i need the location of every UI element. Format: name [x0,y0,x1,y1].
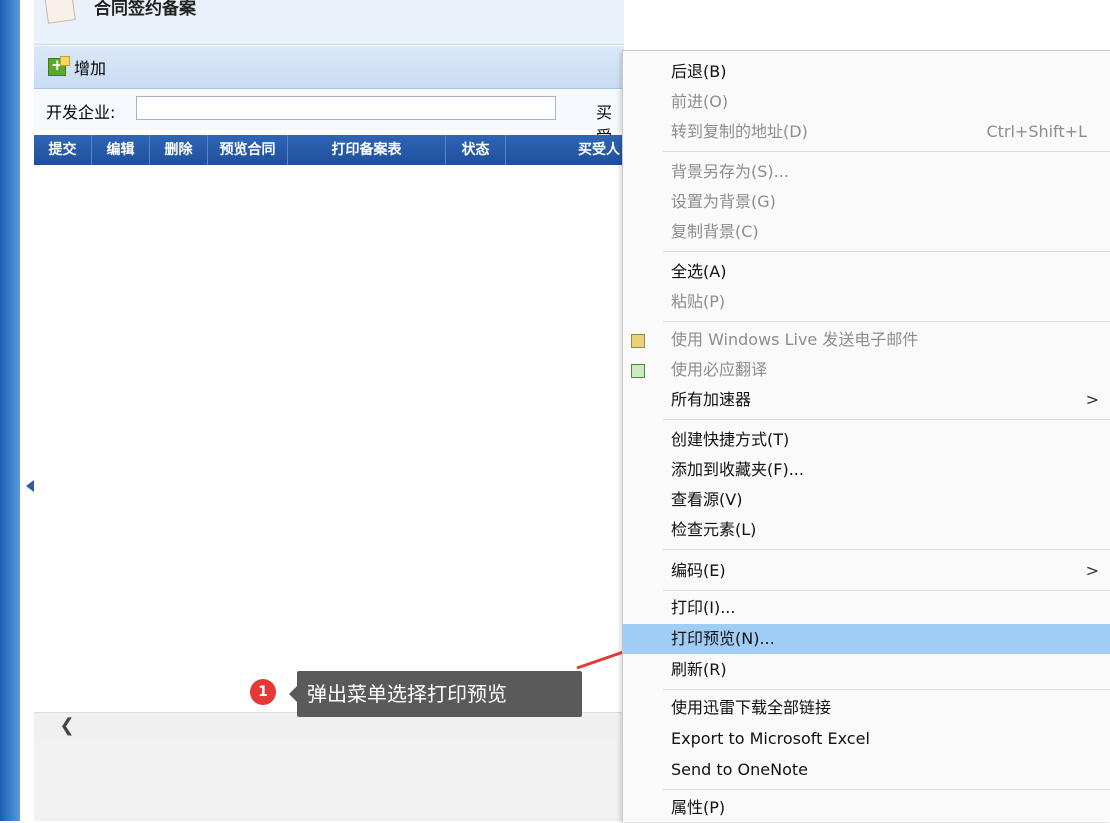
windows-live-mail-icon [631,334,645,348]
bing-translate-icon [631,364,645,378]
menu-item-all-accelerators[interactable]: 所有加速器 > [623,385,1110,415]
col-submit[interactable]: 提交 [34,135,92,165]
toolbar: 增加 [34,46,624,89]
menu-item-inspect-element[interactable]: 检查元素(L) [623,515,1110,545]
filter-row: 开发企业: 买受 [34,90,624,146]
company-label: 开发企业: [46,103,116,122]
company-input[interactable] [136,96,556,120]
menu-separator [663,789,1110,790]
left-sidebar-strip [0,0,20,821]
menu-item-send-onenote[interactable]: Send to OneNote [623,755,1110,785]
menu-item-create-shortcut[interactable]: 创建快捷方式(T) [623,425,1110,455]
col-preview-contract[interactable]: 预览合同 [208,135,288,165]
scroll-left-icon[interactable]: ❮ [54,713,80,739]
menu-item-properties[interactable]: 属性(P) [623,793,1110,823]
col-delete[interactable]: 删除 [150,135,208,165]
menu-item-set-background[interactable]: 设置为背景(G) [623,187,1110,217]
menu-item-windows-live-mail[interactable]: 使用 Windows Live 发送电子邮件 [623,325,1110,355]
pager-area [34,739,624,821]
menu-item-thunder-download[interactable]: 使用迅雷下载全部链接 [623,693,1110,723]
menu-item-forward[interactable]: 前进(O) [623,87,1110,117]
menu-item-print[interactable]: 打印(I)... [623,593,1110,623]
col-buyer[interactable]: 买受人 [506,135,624,165]
menu-item-print-preview[interactable]: 打印预览(N)... [623,624,1110,654]
menu-separator [663,321,1110,322]
menu-separator [663,151,1110,152]
window-title: 合同签约备案 [94,0,196,19]
contract-icon [44,0,76,24]
menu-item-view-source[interactable]: 查看源(V) [623,485,1110,515]
grid-header: 提交 编辑 删除 预览合同 打印备案表 状态 买受人 [34,135,624,165]
menu-item-copy-background[interactable]: 复制背景(C) [623,217,1110,247]
annotation-badge: 1 [250,679,276,705]
add-button-label: 增加 [74,59,107,78]
menu-item-save-background[interactable]: 背景另存为(S)... [623,157,1110,187]
chevron-right-icon: > [1085,561,1099,580]
add-button[interactable]: 增加 [48,55,106,79]
menu-item-back[interactable]: 后退(B) [623,57,1110,87]
col-print-filing[interactable]: 打印备案表 [288,135,446,165]
collapse-arrow-icon[interactable] [26,480,34,492]
shortcut-text: Ctrl+Shift+L [986,122,1087,141]
chevron-right-icon: > [1085,390,1099,409]
menu-separator [663,251,1110,252]
menu-item-export-excel[interactable]: Export to Microsoft Excel [623,724,1110,754]
menu-separator [663,419,1110,420]
add-icon [48,56,70,76]
menu-separator [663,689,1110,690]
menu-item-refresh[interactable]: 刷新(R) [623,655,1110,685]
menu-item-paste[interactable]: 粘贴(P) [623,287,1110,317]
menu-separator [663,590,1110,591]
menu-separator [663,549,1110,550]
menu-item-add-favorites[interactable]: 添加到收藏夹(F)... [623,455,1110,485]
menu-item-select-all[interactable]: 全选(A) [623,257,1110,287]
context-menu: 后退(B) 前进(O) 转到复制的地址(D) Ctrl+Shift+L 背景另存为… [622,50,1110,822]
menu-item-goto-copied-address[interactable]: 转到复制的地址(D) Ctrl+Shift+L [623,117,1110,147]
window-titlebar: 合同签约备案 [34,0,624,45]
col-edit[interactable]: 编辑 [92,135,150,165]
col-status[interactable]: 状态 [446,135,506,165]
annotation-tooltip: 弹出菜单选择打印预览 [289,671,582,717]
menu-item-bing-translate[interactable]: 使用必应翻译 [623,355,1110,385]
grid-body [34,166,624,710]
menu-item-encoding[interactable]: 编码(E) > [623,556,1110,586]
